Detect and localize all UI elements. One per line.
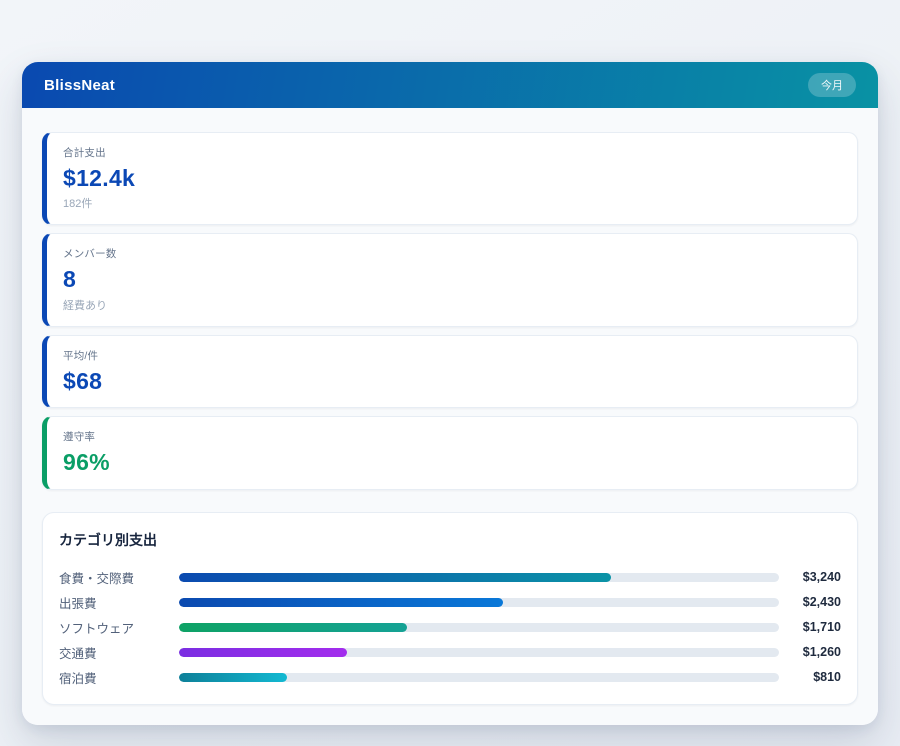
category-row-amount: $810 — [779, 670, 841, 684]
stat-card: 遵守率 96% — [42, 416, 858, 489]
category-row-label: 食費・交際費 — [59, 568, 179, 587]
stat-value: $12.4k — [63, 165, 841, 191]
category-row-amount: $1,710 — [779, 620, 841, 634]
period-badge[interactable]: 今月 — [808, 73, 856, 97]
category-bar-track — [179, 573, 779, 582]
category-bar-track — [179, 598, 779, 607]
category-card-title: カテゴリ別支出 — [59, 530, 841, 550]
category-row: ソフトウェア $1,710 — [59, 615, 841, 640]
category-bar-track — [179, 623, 779, 632]
stat-card: メンバー数 8 経費あり — [42, 233, 858, 326]
category-row: 宿泊費 $810 — [59, 665, 841, 690]
stat-label: 平均/件 — [63, 348, 841, 363]
category-row-label: ソフトウェア — [59, 618, 179, 637]
stat-value: 96% — [63, 449, 841, 475]
stat-value: 8 — [63, 266, 841, 292]
category-bar-track — [179, 673, 779, 682]
category-bar-fill — [179, 673, 287, 682]
stat-value: $68 — [63, 368, 841, 394]
category-row: 交通費 $1,260 — [59, 640, 841, 665]
dashboard-body: 合計支出 $12.4k 182件 メンバー数 8 経費あり 平均/件 $68 遵… — [22, 108, 878, 725]
category-row-label: 出張費 — [59, 593, 179, 612]
app-header: BlissNeat 今月 — [22, 62, 878, 108]
category-row-amount: $1,260 — [779, 645, 841, 659]
category-row-amount: $2,430 — [779, 595, 841, 609]
stat-label: メンバー数 — [63, 246, 841, 261]
stat-card: 合計支出 $12.4k 182件 — [42, 132, 858, 225]
stat-sub: 経費あり — [63, 297, 841, 313]
category-row-label: 交通費 — [59, 643, 179, 662]
category-row: 出張費 $2,430 — [59, 590, 841, 615]
stat-label: 合計支出 — [63, 145, 841, 160]
category-row-label: 宿泊費 — [59, 668, 179, 687]
stats-list: 合計支出 $12.4k 182件 メンバー数 8 経費あり 平均/件 $68 遵… — [42, 132, 858, 490]
category-bar-fill — [179, 598, 503, 607]
category-rows: 食費・交際費 $3,240 出張費 $2,430 ソフトウェア $1,710 交… — [59, 565, 841, 690]
category-bar-fill — [179, 573, 611, 582]
category-bar-fill — [179, 623, 407, 632]
category-row-amount: $3,240 — [779, 570, 841, 584]
stat-card: 平均/件 $68 — [42, 335, 858, 408]
stat-label: 遵守率 — [63, 429, 841, 444]
category-bar-track — [179, 648, 779, 657]
category-row: 食費・交際費 $3,240 — [59, 565, 841, 590]
app-title: BlissNeat — [44, 77, 115, 94]
category-breakdown-card: カテゴリ別支出 食費・交際費 $3,240 出張費 $2,430 ソフトウェア … — [42, 512, 858, 705]
stat-sub: 182件 — [63, 195, 841, 211]
category-bar-fill — [179, 648, 347, 657]
dashboard-card: BlissNeat 今月 合計支出 $12.4k 182件 メンバー数 8 経費… — [22, 62, 878, 725]
